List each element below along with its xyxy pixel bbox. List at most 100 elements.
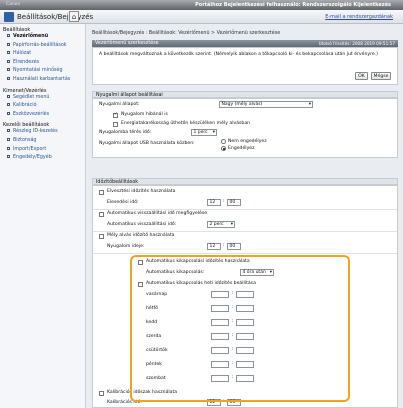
sidebar-item-label: Eszközvezérlés <box>13 111 50 117</box>
portal-login-text[interactable]: Portálhoz Bejelentkezési felhasználó: Re… <box>195 2 391 8</box>
sidebar-item-label: Engedély/Egyéb <box>13 155 52 161</box>
day-label-monday: hétfő <box>146 306 158 311</box>
page-title: Beállítások/Bejegyzés <box>17 13 94 21</box>
sidebar-item-control-menu[interactable]: Vezérlőmenü <box>0 33 85 42</box>
time-separator: : <box>232 347 234 352</box>
sidebar-item-label: Elrendezés <box>13 59 40 65</box>
day-label-tuesday: kedd <box>146 320 158 325</box>
brand-text: Canon <box>6 2 21 7</box>
bullet-icon <box>7 68 10 72</box>
time-separator: : <box>232 305 234 310</box>
auto-reset-label: Elvesztési időzítés használata <box>107 189 176 194</box>
friday-hour-field[interactable] <box>211 361 229 368</box>
calibration-hour-field[interactable]: 12 <box>207 399 221 406</box>
deep-sleep-time-label: Nyugalom ideje: <box>107 244 145 249</box>
calibration-checkbox[interactable] <box>99 391 104 396</box>
usb-disable-radio[interactable] <box>221 139 226 144</box>
sidebar-item-calibration[interactable]: Kalibráció <box>0 102 85 111</box>
sidebar-item-label: Import/Export <box>13 146 47 152</box>
calibration-label: Kalibrációs időszak használata <box>107 390 178 395</box>
auto-return-checkbox[interactable] <box>99 212 104 217</box>
sidebar-item-maintenance[interactable]: Használati karbantartás <box>0 76 85 85</box>
cancel-button[interactable]: Mégse <box>371 72 391 80</box>
bullet-icon <box>7 51 10 55</box>
usb-enable-radio[interactable] <box>221 146 226 151</box>
home-icon[interactable]: ⌂ <box>69 11 79 22</box>
email-admin-link[interactable]: E-mail a rendszergazdának <box>325 14 393 20</box>
notice-panel: A beállítások megváltoznak a következők … <box>92 47 398 85</box>
ok-button[interactable]: OK <box>355 72 368 80</box>
timer-section-header: Időzítőbeállítások <box>92 178 398 185</box>
deep-sleep-checkbox[interactable] <box>99 234 104 239</box>
sidebar-section-title: Kimenet/Vezérlés <box>3 87 47 94</box>
sidebar-item-label: Segédlet menü <box>13 94 50 100</box>
sleep-timer-select[interactable]: 1 perc <box>191 129 217 136</box>
calibration-time-label: Kalibrációs idő: <box>107 400 142 405</box>
sidebar-item-device-control[interactable]: Eszközvezérlés <box>0 111 85 120</box>
tuesday-hour-field[interactable] <box>211 319 229 326</box>
sidebar-section-title: Kezelői beállítások <box>3 122 50 129</box>
sunday-hour-field[interactable] <box>211 291 229 298</box>
sidebar-section-title: Beállítások <box>3 27 31 33</box>
sunday-minute-field[interactable] <box>236 291 254 298</box>
usb-disable-label: Nem engedélyez <box>228 138 267 144</box>
bullet-icon <box>7 76 10 80</box>
deep-sleep-minute-field[interactable]: 00 <box>227 243 241 250</box>
auto-reset-minute-field[interactable]: 00 <box>227 199 241 206</box>
saturday-minute-field[interactable] <box>236 375 254 382</box>
wednesday-hour-field[interactable] <box>211 333 229 340</box>
energy-saving-checkbox[interactable] <box>113 122 118 127</box>
sidebar-item-label: Részleg ID-kezelés <box>13 129 58 135</box>
sidebar-item-layout[interactable]: Elrendezés <box>0 59 85 68</box>
sidebar-item-label: Biztonság <box>13 137 37 143</box>
auto-return-select[interactable]: 2 perc <box>207 221 235 228</box>
divider <box>93 209 397 210</box>
energy-saving-label: Energiatakarékosság üthetőn készüléken m… <box>121 121 251 126</box>
thursday-minute-field[interactable] <box>236 347 254 354</box>
breadcrumb: Beállítások/Bejegyzés : Beállítások: Vez… <box>92 31 281 36</box>
sidebar-item-import-export[interactable]: Import/Export <box>0 146 85 155</box>
last-update-timestamp: Utolsó frissítés: 2008 2019 09:51:57 <box>318 41 395 46</box>
auto-return-label: Automatikus visszaállítási idő megfigyel… <box>107 211 208 216</box>
bullet-icon <box>7 34 10 37</box>
sleep-mode-select[interactable]: Nagy (mély alvás) <box>219 101 313 108</box>
sidebar-item-license-other[interactable]: Engedély/Egyéb <box>0 154 85 163</box>
day-label-saturday: szombat <box>146 376 166 381</box>
auto-reset-hour-field[interactable]: 12 <box>207 199 221 206</box>
saturday-hour-field[interactable] <box>211 375 229 382</box>
weekly-off-checkbox[interactable] <box>138 282 143 287</box>
sidebar-item-label: Kalibráció <box>13 103 37 109</box>
tuesday-minute-field[interactable] <box>236 319 254 326</box>
deep-sleep-hour-field[interactable]: 12 <box>207 243 221 250</box>
sidebar-item-department-id[interactable]: Részleg ID-kezelés <box>0 128 85 137</box>
monday-hour-field[interactable] <box>211 305 229 312</box>
sidebar-item-security[interactable]: Biztonság <box>0 137 85 146</box>
sidebar-item-network[interactable]: Hálózat <box>0 50 85 59</box>
day-label-wednesday: szerda <box>146 334 162 339</box>
friday-minute-field[interactable] <box>236 361 254 368</box>
bullet-icon <box>7 155 10 159</box>
calibration-minute-field[interactable]: 00 <box>227 399 241 406</box>
day-label-sunday: vasárnap <box>146 292 168 297</box>
auto-off-label: Automatikus kikapcsolási időzítés haszná… <box>146 259 250 264</box>
top-bar: Canon Portálhoz Bejelentkezési felhaszná… <box>0 0 403 10</box>
sidebar-item-utility-menu[interactable]: Segédlet menü <box>0 94 85 103</box>
time-separator: : <box>223 399 225 404</box>
network-sleep-checkbox[interactable] <box>113 112 118 118</box>
network-sleep-label: Nyugalom hibánál is <box>121 112 168 117</box>
divider <box>93 253 397 254</box>
deep-sleep-label: Mély alvás időzítő használata <box>107 233 175 238</box>
auto-off-checkbox[interactable] <box>138 260 143 265</box>
monday-minute-field[interactable] <box>236 305 254 312</box>
wednesday-minute-field[interactable] <box>236 333 254 340</box>
day-label-thursday: csütörtök <box>146 348 168 353</box>
sidebar-item-paper-source[interactable]: Papírforrás-beállítások <box>0 42 85 51</box>
auto-off-select[interactable]: 4 óra után <box>240 269 274 276</box>
time-separator: : <box>232 361 234 366</box>
auto-reset-time-label: Elesedési idő: <box>107 200 139 205</box>
sleep-mode-label: Nyugalmi állapot: <box>99 102 140 107</box>
sidebar-item-print-quality[interactable]: Nyomtatási minőség <box>0 67 85 76</box>
thursday-hour-field[interactable] <box>211 347 229 354</box>
sleep-section-header: Nyugalmi állapot beállításai <box>92 91 398 98</box>
auto-reset-checkbox[interactable] <box>99 190 104 195</box>
